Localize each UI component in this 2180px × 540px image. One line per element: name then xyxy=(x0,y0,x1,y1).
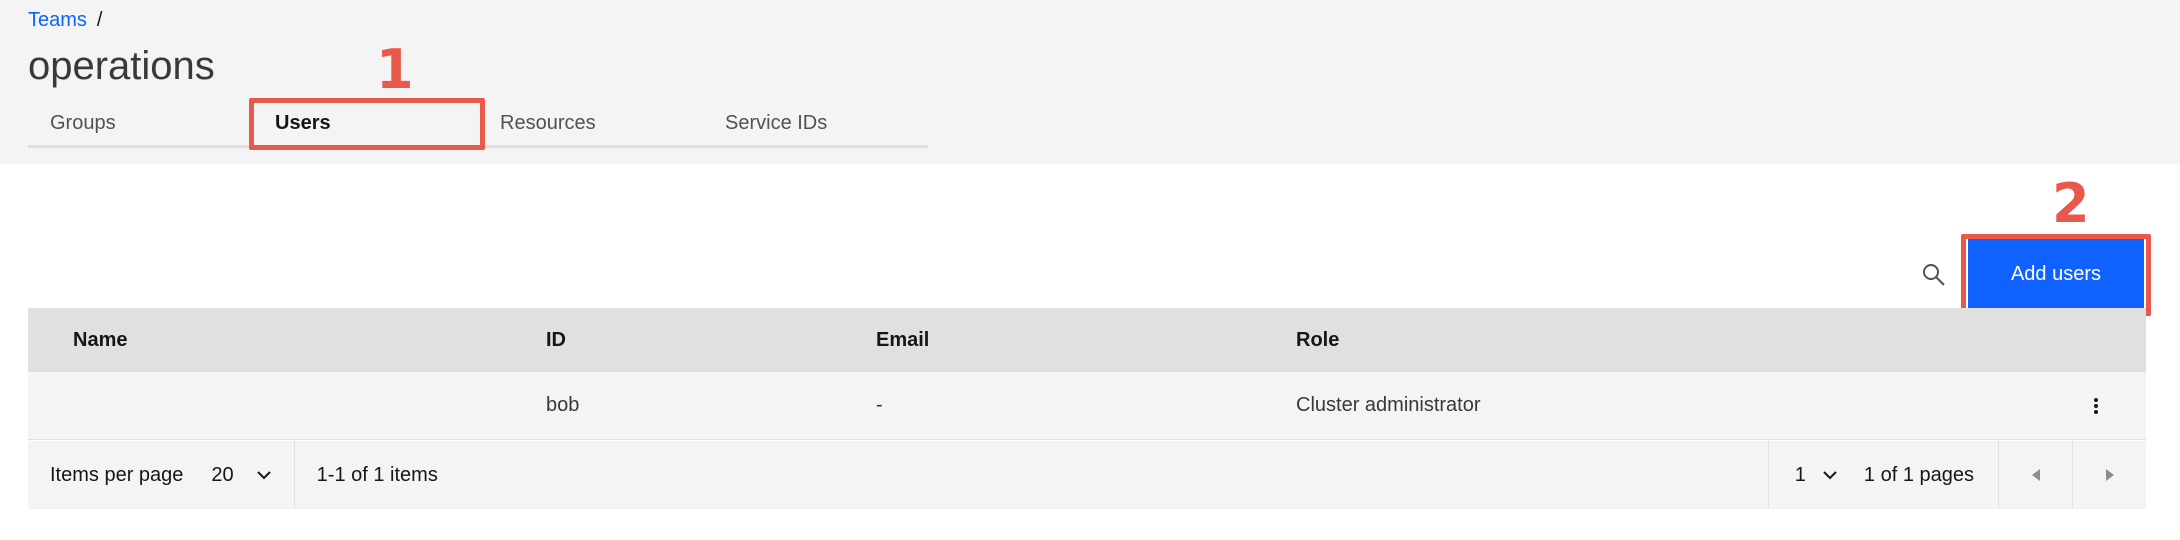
column-header-role[interactable]: Role xyxy=(1296,329,2046,352)
caret-left-icon xyxy=(2031,469,2040,481)
items-range: 1-1 of 1 items xyxy=(316,463,438,486)
caret-right-icon xyxy=(2105,469,2114,481)
cell-id: bob xyxy=(546,394,580,416)
column-header-name[interactable]: Name xyxy=(28,329,546,352)
search-icon[interactable] xyxy=(1918,259,1950,291)
tab-resources[interactable]: Resources xyxy=(478,100,703,148)
pagination-bar: Items per page 20 1-1 of 1 items 1 1 of … xyxy=(28,441,2146,509)
table-row[interactable]: bob - Cluster administrator xyxy=(28,372,2146,440)
page-title: operations xyxy=(28,44,215,88)
overflow-menu-icon[interactable] xyxy=(2046,396,2146,416)
chevron-down-icon xyxy=(1823,471,1837,480)
items-per-page-value: 20 xyxy=(211,463,234,486)
column-header-email[interactable]: Email xyxy=(876,329,1296,352)
cell-role: Cluster administrator xyxy=(1296,394,1481,416)
breadcrumb: Teams / xyxy=(28,9,102,32)
items-per-page: Items per page 20 xyxy=(28,441,295,509)
breadcrumb-separator: / xyxy=(96,9,103,31)
next-page-button[interactable] xyxy=(2072,441,2146,509)
page-header: Teams / operations Groups Users Resource… xyxy=(0,0,2180,164)
previous-page-button[interactable] xyxy=(1998,441,2072,509)
users-table: Name ID Email Role bob - Cluster adminis… xyxy=(28,308,2146,440)
page-select[interactable]: 1 xyxy=(1767,441,1864,509)
items-per-page-select[interactable]: 20 xyxy=(211,441,295,509)
tab-groups[interactable]: Groups xyxy=(28,100,253,148)
tab-list: Groups Users Resources Service IDs xyxy=(28,100,928,148)
column-header-id[interactable]: ID xyxy=(546,329,876,352)
items-per-page-label: Items per page xyxy=(50,463,184,486)
annotation-number-1: 1 xyxy=(376,38,414,101)
add-users-button[interactable]: Add users xyxy=(1968,239,2144,309)
breadcrumb-teams-link[interactable]: Teams xyxy=(28,9,87,32)
cell-email: - xyxy=(876,394,883,416)
annotation-number-2: 2 xyxy=(2052,172,2090,235)
table-header: Name ID Email Role xyxy=(28,308,2146,372)
pages-text: 1 of 1 pages xyxy=(1863,463,1974,486)
tab-service-ids[interactable]: Service IDs xyxy=(703,100,928,148)
page-select-value: 1 xyxy=(1794,463,1806,486)
chevron-down-icon xyxy=(256,471,271,480)
tab-users[interactable]: Users xyxy=(253,100,478,148)
